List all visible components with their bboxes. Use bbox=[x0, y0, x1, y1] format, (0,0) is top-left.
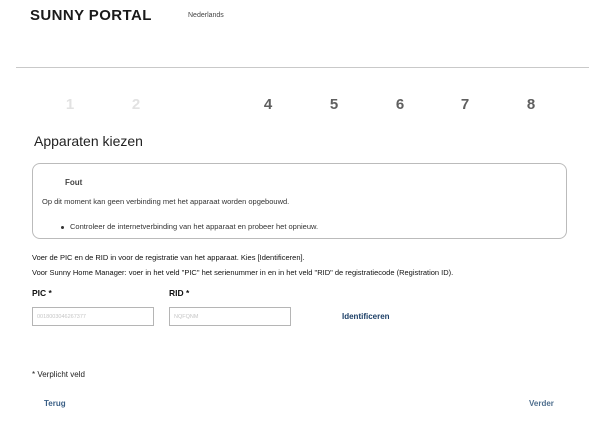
error-hint-item: Controleer de internetverbinding van het… bbox=[61, 222, 318, 231]
rid-label: RID * bbox=[169, 288, 190, 298]
rid-input[interactable] bbox=[169, 307, 291, 326]
wizard-steps: 1 2 3 4 5 6 7 8 bbox=[0, 96, 589, 116]
language-selector[interactable]: Nederlands bbox=[188, 12, 224, 19]
instruction-line-1: Voer de PIC en de RID in voor de registr… bbox=[32, 253, 305, 262]
error-hint-list: Controleer de internetverbinding van het… bbox=[61, 222, 318, 231]
step-2: 2 bbox=[131, 96, 141, 113]
step-8: 8 bbox=[526, 96, 536, 113]
step-6: 6 bbox=[395, 96, 405, 113]
step-1: 1 bbox=[65, 96, 75, 113]
pic-input[interactable] bbox=[32, 307, 154, 326]
error-hint-text: Controleer de internetverbinding van het… bbox=[70, 222, 319, 231]
back-button[interactable]: Terug bbox=[44, 399, 66, 408]
next-button[interactable]: Verder bbox=[529, 399, 554, 408]
header-divider bbox=[16, 67, 589, 68]
sunny-portal-logo[interactable]: SUNNY PORTAL bbox=[30, 7, 152, 24]
step-5: 5 bbox=[329, 96, 339, 113]
step-7: 7 bbox=[460, 96, 470, 113]
error-message: Op dit moment kan geen verbinding met he… bbox=[42, 197, 290, 206]
pic-label: PIC * bbox=[32, 288, 52, 298]
step-4: 4 bbox=[263, 96, 273, 113]
instruction-line-2: Voor Sunny Home Manager: voer in het vel… bbox=[32, 268, 454, 277]
error-title: Fout bbox=[65, 178, 83, 187]
step-3-current: 3 bbox=[197, 96, 207, 113]
error-box: Fout Op dit moment kan geen verbinding m… bbox=[32, 163, 567, 239]
page-title: Apparaten kiezen bbox=[34, 133, 143, 149]
bullet-icon bbox=[61, 225, 64, 229]
required-field-note: * Verplicht veld bbox=[32, 370, 85, 379]
identify-button[interactable]: Identificeren bbox=[342, 312, 390, 321]
